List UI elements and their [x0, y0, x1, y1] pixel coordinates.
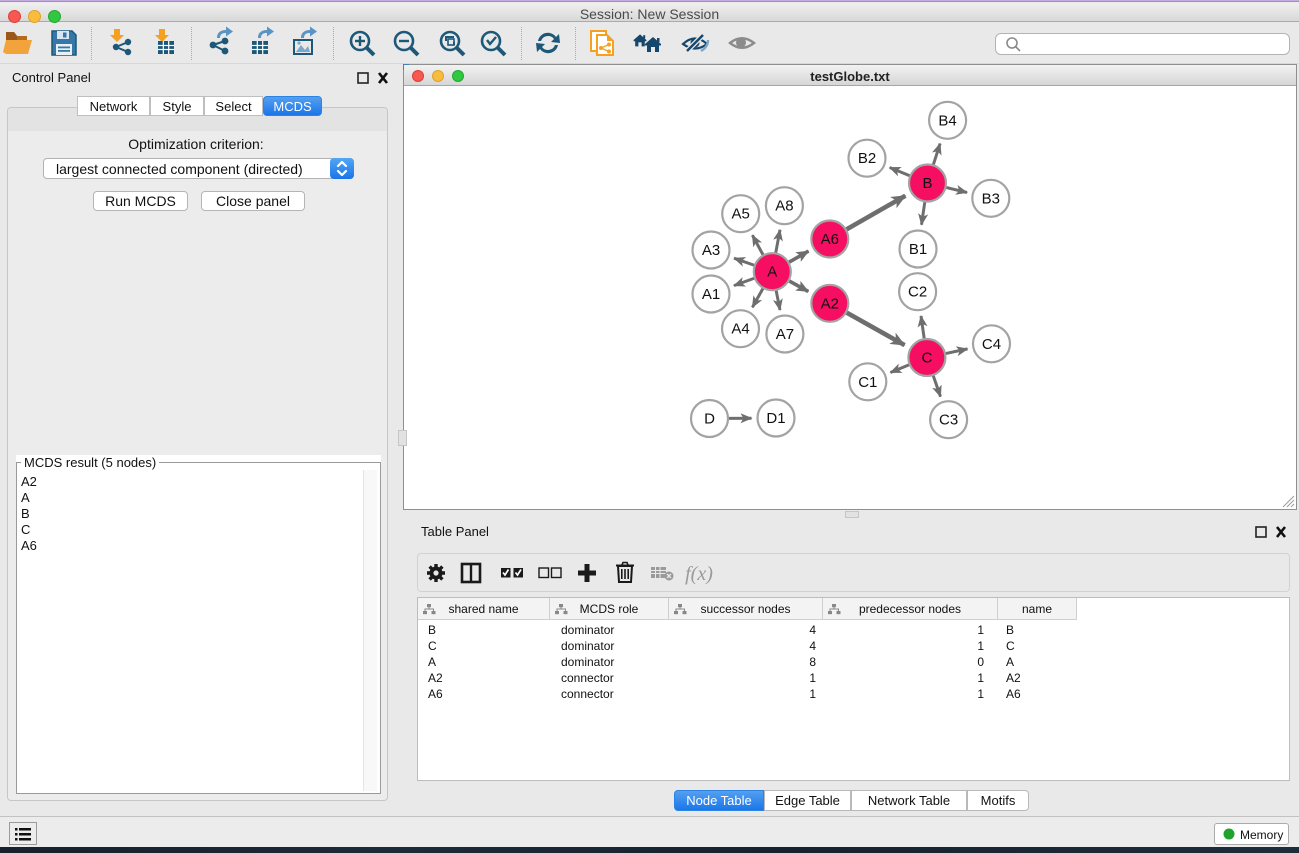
svg-text:D: D — [704, 411, 715, 428]
svg-text:A8: A8 — [775, 198, 793, 215]
svg-text:A: A — [767, 264, 777, 281]
svg-text:A5: A5 — [732, 206, 750, 223]
svg-text:A2: A2 — [821, 295, 839, 312]
svg-text:B: B — [922, 175, 932, 192]
svg-text:A1: A1 — [702, 286, 720, 303]
svg-text:B2: B2 — [858, 150, 876, 167]
svg-text:B1: B1 — [909, 241, 927, 258]
svg-text:A7: A7 — [776, 326, 794, 343]
svg-text:A6: A6 — [821, 231, 839, 248]
svg-text:C2: C2 — [908, 284, 927, 301]
svg-text:B3: B3 — [982, 190, 1000, 207]
svg-text:A4: A4 — [731, 321, 749, 338]
svg-text:A3: A3 — [702, 242, 720, 259]
svg-text:C: C — [921, 350, 932, 367]
svg-text:f(x): f(x) — [685, 563, 713, 585]
svg-text:B4: B4 — [938, 112, 956, 129]
svg-text:C1: C1 — [858, 374, 877, 391]
svg-text:D1: D1 — [766, 410, 785, 427]
svg-text:C4: C4 — [982, 336, 1001, 353]
svg-text:C3: C3 — [939, 412, 958, 429]
